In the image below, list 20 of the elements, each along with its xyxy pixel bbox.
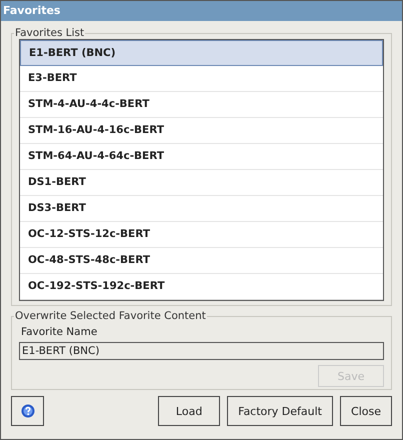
window-title: Favorites <box>1 1 402 21</box>
list-item[interactable]: STM-16-AU-4-16c-BERT <box>20 118 383 144</box>
list-item[interactable]: OC-12-STS-12c-BERT <box>20 222 383 248</box>
dialog-button[interactable]: Close <box>340 396 392 426</box>
dialog-button[interactable]: Factory Default <box>227 396 333 426</box>
list-item[interactable]: E3-BERT <box>20 66 383 92</box>
list-item[interactable]: STM-4-AU-4-4c-BERT <box>20 92 383 118</box>
field-label: Favorite Name <box>21 326 98 338</box>
group-title: Overwrite Selected Favorite Content <box>14 310 207 322</box>
dialog-button[interactable]: Load <box>158 396 220 426</box>
list-item[interactable]: OC-48-STS-48c-BERT <box>20 248 383 274</box>
list-item[interactable]: DS3-BERT <box>20 196 383 222</box>
favorite-name-field[interactable]: E1-BERT (BNC) <box>19 342 384 360</box>
group-title: Favorites List <box>14 27 86 39</box>
help-button[interactable] <box>11 396 44 426</box>
help-icon <box>20 404 34 418</box>
list-item[interactable]: OC-192-STS-192c-BERT <box>20 274 383 300</box>
list-item[interactable]: DS1-BERT <box>20 170 383 196</box>
list-item[interactable]: E1-BERT (BNC) <box>20 40 383 66</box>
list-item[interactable]: STM-64-AU-4-64c-BERT <box>20 144 383 170</box>
